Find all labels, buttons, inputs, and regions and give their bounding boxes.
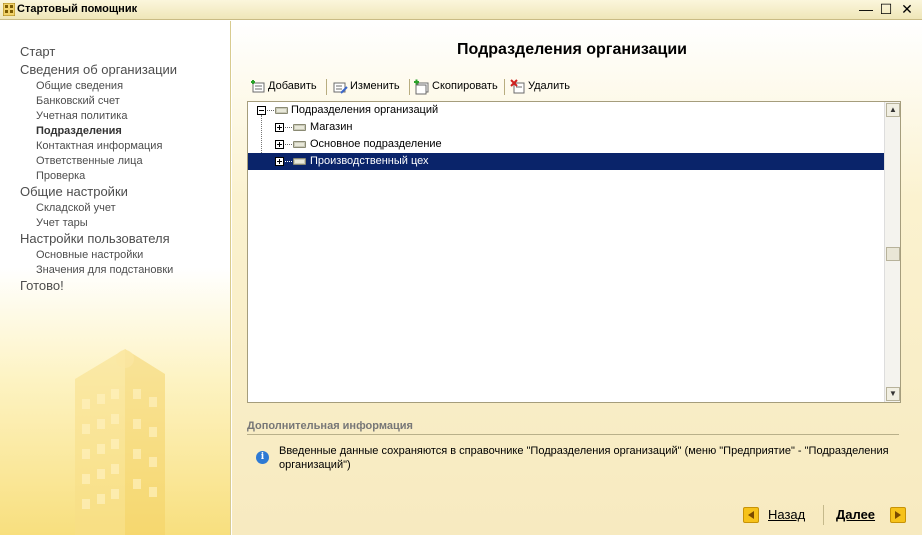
toolbar-separator: [326, 79, 327, 95]
add-button[interactable]: Добавить: [250, 78, 322, 96]
tree-dots: [267, 110, 274, 111]
delete-button-label: Удалить: [528, 80, 570, 92]
scroll-down-button[interactable]: ▼: [886, 387, 900, 401]
tree-dots: [285, 144, 292, 145]
app-icon: [3, 3, 15, 16]
back-button-label: Назад: [768, 507, 806, 522]
nav-item-responsible-persons[interactable]: Ответственные лица: [36, 155, 143, 167]
folder-icon: [275, 107, 288, 114]
edit-icon: [333, 82, 348, 94]
toolbar-separator: [504, 79, 505, 95]
copy-button-label: Скопировать: [432, 80, 498, 92]
nav-item-subdivisions[interactable]: Подразделения: [36, 125, 122, 137]
tree-row[interactable]: Магазин: [248, 119, 884, 136]
nav-item-check[interactable]: Проверка: [36, 170, 85, 182]
scroll-up-button[interactable]: ▲: [886, 103, 900, 117]
toolbar-separator: [409, 79, 410, 95]
tree-row[interactable]: Основное подразделение: [248, 136, 884, 153]
tree-node-label: Производственный цех: [310, 155, 429, 167]
info-icon: i: [256, 451, 269, 464]
nav-item-general-info[interactable]: Общие сведения: [36, 80, 123, 92]
nav-item-start[interactable]: Старт: [20, 44, 55, 59]
expand-icon[interactable]: [275, 157, 284, 166]
tree-row-selected[interactable]: Производственный цех: [248, 153, 884, 170]
nav-item-containers[interactable]: Учет тары: [36, 217, 88, 229]
window-title: Стартовый помощник: [17, 3, 138, 15]
building-illustration: [75, 349, 165, 535]
collapse-icon[interactable]: [257, 106, 266, 115]
copy-icon: [414, 79, 429, 95]
nav-item-substitution-values[interactable]: Значения для подстановки: [36, 264, 173, 276]
page-title: Подразделения организации: [457, 41, 687, 58]
scroll-thumb[interactable]: [886, 247, 900, 261]
folder-icon: [293, 141, 306, 148]
arrow-left-icon: [743, 507, 759, 523]
subdivisions-tree[interactable]: Подразделения организаций Магазин Основн…: [247, 101, 901, 403]
next-button-label: Далее: [836, 507, 876, 522]
folder-icon: [293, 124, 306, 131]
main-content: Подразделения организации Добавить Измен…: [232, 21, 922, 535]
nav-item-accounting-policy[interactable]: Учетная политика: [36, 110, 127, 122]
edit-button[interactable]: Изменить: [332, 78, 406, 96]
nav-item-main-settings[interactable]: Основные настройки: [36, 249, 143, 261]
info-header: Дополнительная информация: [247, 420, 413, 432]
vertical-scrollbar[interactable]: ▲ ▼: [884, 102, 900, 402]
tree-node-label: Подразделения организаций: [291, 104, 439, 116]
nav-item-user-settings[interactable]: Настройки пользователя: [20, 231, 170, 246]
tree-node-label: Магазин: [310, 121, 353, 133]
back-button[interactable]: Назад: [743, 506, 818, 524]
add-icon: [251, 80, 265, 93]
expand-icon[interactable]: [275, 140, 284, 149]
delete-button[interactable]: Удалить: [510, 78, 576, 96]
close-button[interactable]: ✕: [898, 1, 916, 18]
maximize-button[interactable]: ☐: [877, 1, 895, 18]
delete-icon: [510, 79, 525, 94]
nav-item-general-settings[interactable]: Общие настройки: [20, 184, 128, 199]
tree-node-label: Основное подразделение: [310, 138, 442, 150]
nav-divider: [823, 505, 824, 525]
nav-item-bank-account[interactable]: Банковский счет: [36, 95, 120, 107]
info-text: Введенные данные сохраняются в справочни…: [279, 445, 889, 471]
add-button-label: Добавить: [268, 80, 317, 92]
tree-dots: [285, 161, 292, 162]
nav-item-done[interactable]: Готово!: [20, 278, 64, 293]
tree-dots: [285, 127, 292, 128]
folder-icon: [293, 158, 306, 165]
edit-button-label: Изменить: [350, 80, 400, 92]
tree-root-row[interactable]: Подразделения организаций: [248, 102, 884, 119]
nav-item-contact-info[interactable]: Контактная информация: [36, 140, 162, 152]
nav-item-organization-info[interactable]: Сведения об организации: [20, 62, 177, 77]
arrow-right-icon: [890, 507, 906, 523]
wizard-steps-panel: Старт Сведения об организации Общие свед…: [0, 21, 231, 535]
title-bar: Стартовый помощник — ☐ ✕: [0, 0, 922, 20]
info-divider: [247, 434, 899, 435]
copy-button[interactable]: Скопировать: [414, 78, 500, 96]
expand-icon[interactable]: [275, 123, 284, 132]
nav-item-warehouse[interactable]: Складской учет: [36, 202, 116, 214]
next-button[interactable]: Далее: [835, 506, 910, 524]
minimize-button[interactable]: —: [857, 1, 875, 18]
